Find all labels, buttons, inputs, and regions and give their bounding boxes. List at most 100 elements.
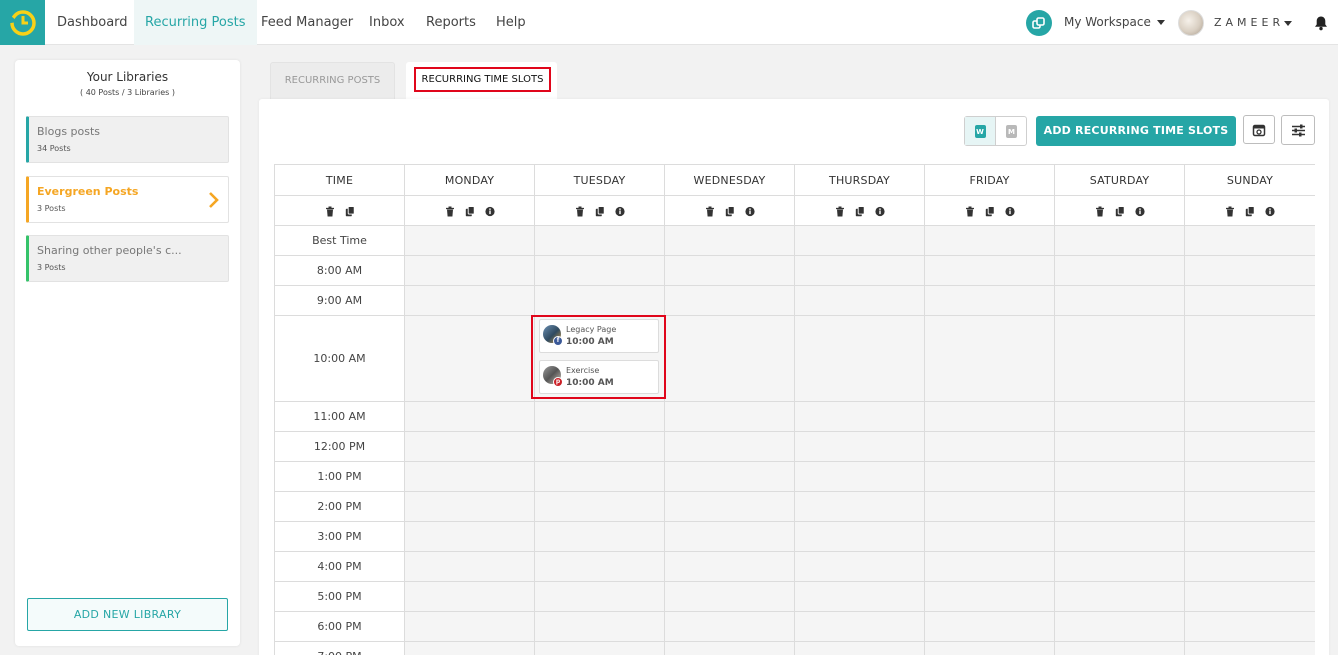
slot-cell-thursday[interactable] — [794, 581, 925, 612]
nav-help[interactable]: Help — [485, 0, 537, 45]
info-icon[interactable] — [740, 201, 760, 220]
slot-cell-thursday[interactable] — [794, 461, 925, 492]
slot-cell-tuesday[interactable] — [534, 641, 665, 655]
slot-cell-tuesday[interactable] — [534, 225, 665, 256]
slot-cell-monday[interactable] — [404, 315, 535, 402]
copy-icon[interactable] — [1240, 201, 1260, 220]
slot-cell-sunday[interactable] — [1184, 491, 1315, 522]
slot-cell-saturday[interactable] — [1054, 285, 1185, 316]
month-view-button[interactable]: M — [996, 117, 1027, 145]
slot-cell-sunday[interactable] — [1184, 641, 1315, 655]
trash-icon[interactable] — [1090, 201, 1110, 220]
slot-cell-tuesday[interactable] — [534, 461, 665, 492]
slot-cell-sunday[interactable] — [1184, 611, 1315, 642]
info-icon[interactable] — [1000, 201, 1020, 220]
slot-cell-saturday[interactable] — [1054, 315, 1185, 402]
slot-cell-saturday[interactable] — [1054, 581, 1185, 612]
slot-cell-wednesday[interactable] — [664, 255, 795, 286]
slot-cell-monday[interactable] — [404, 581, 535, 612]
slot-cell-wednesday[interactable] — [664, 581, 795, 612]
info-icon[interactable] — [480, 201, 500, 220]
trash-icon[interactable] — [960, 201, 980, 220]
trash-icon[interactable] — [570, 201, 590, 220]
slot-cell-wednesday[interactable] — [664, 491, 795, 522]
slot-cell-friday[interactable] — [924, 641, 1055, 655]
slot-cell-tuesday[interactable] — [534, 521, 665, 552]
avatar[interactable] — [1178, 10, 1204, 36]
nav-dashboard[interactable]: Dashboard — [46, 0, 139, 45]
copy-icon[interactable] — [340, 201, 360, 220]
slot-cell-monday[interactable] — [404, 521, 535, 552]
slot-cell-friday[interactable] — [924, 551, 1055, 582]
slot-cell-wednesday[interactable] — [664, 521, 795, 552]
nav-inbox[interactable]: Inbox — [358, 0, 416, 45]
user-dropdown[interactable]: ZAMEER — [1214, 0, 1293, 45]
slot-cell-sunday[interactable] — [1184, 431, 1315, 462]
slot-cell-tuesday[interactable] — [534, 581, 665, 612]
slot-cell-wednesday[interactable] — [664, 611, 795, 642]
slot-cell-sunday[interactable] — [1184, 285, 1315, 316]
nav-feed-manager[interactable]: Feed Manager — [250, 0, 364, 45]
bell-icon[interactable] — [1313, 15, 1329, 31]
slot-cell-monday[interactable] — [404, 641, 535, 655]
slot-cell-tuesday[interactable] — [534, 491, 665, 522]
tab-recurring-time-slots[interactable]: RECURRING TIME SLOTS — [406, 62, 557, 99]
slot-cell-saturday[interactable] — [1054, 225, 1185, 256]
slot-cell-saturday[interactable] — [1054, 431, 1185, 462]
info-icon[interactable] — [870, 201, 890, 220]
slot-cell-tuesday[interactable] — [534, 401, 665, 432]
slot-cell-wednesday[interactable] — [664, 641, 795, 655]
slot-cell-wednesday[interactable] — [664, 225, 795, 256]
trash-icon[interactable] — [320, 201, 340, 220]
slot-cell-wednesday[interactable] — [664, 401, 795, 432]
slot-cell-saturday[interactable] — [1054, 521, 1185, 552]
slot-cell-friday[interactable] — [924, 401, 1055, 432]
slot-cell-sunday[interactable] — [1184, 521, 1315, 552]
slot-cell-friday[interactable] — [924, 285, 1055, 316]
slot-cell-thursday[interactable] — [794, 551, 925, 582]
week-view-button[interactable]: W — [965, 117, 996, 145]
slot-cell-thursday[interactable] — [794, 315, 925, 402]
copy-icon[interactable] — [1110, 201, 1130, 220]
copy-icon[interactable] — [460, 201, 480, 220]
slot-cell-friday[interactable] — [924, 225, 1055, 256]
slot-cell-sunday[interactable] — [1184, 401, 1315, 432]
slot-cell-tuesday[interactable] — [534, 551, 665, 582]
slot-cell-tuesday[interactable] — [534, 611, 665, 642]
clock-logo-icon[interactable] — [0, 0, 45, 45]
trash-icon[interactable] — [700, 201, 720, 220]
trash-icon[interactable] — [440, 201, 460, 220]
copy-icon[interactable] — [850, 201, 870, 220]
library-item-evergreen-posts[interactable]: Evergreen Posts 3 Posts — [26, 176, 229, 223]
slot-cell-sunday[interactable] — [1184, 461, 1315, 492]
slot-cell-sunday[interactable] — [1184, 255, 1315, 286]
slot-cell-monday[interactable] — [404, 401, 535, 432]
copy-icon[interactable] — [720, 201, 740, 220]
slot-cell-saturday[interactable] — [1054, 491, 1185, 522]
calendar-sync-button[interactable] — [1243, 115, 1275, 144]
slot-cell-sunday[interactable] — [1184, 551, 1315, 582]
slot-cell-thursday[interactable] — [794, 225, 925, 256]
slot-cell-monday[interactable] — [404, 285, 535, 316]
nav-reports[interactable]: Reports — [415, 0, 487, 45]
slot-cell-tuesday[interactable] — [534, 255, 665, 286]
slot-cell-monday[interactable] — [404, 225, 535, 256]
slot-cell-friday[interactable] — [924, 491, 1055, 522]
slot-cell-monday[interactable] — [404, 255, 535, 286]
slot-cell-thursday[interactable] — [794, 285, 925, 316]
slot-cell-thursday[interactable] — [794, 491, 925, 522]
slot-cell-sunday[interactable] — [1184, 581, 1315, 612]
slot-cell-friday[interactable] — [924, 521, 1055, 552]
slot-cell-sunday[interactable] — [1184, 225, 1315, 256]
workspace-icon[interactable] — [1026, 10, 1052, 36]
time-slot-card-exercise[interactable]: p Exercise 10:00 AM — [539, 360, 659, 394]
slot-cell-sunday[interactable] — [1184, 315, 1315, 402]
trash-icon[interactable] — [1220, 201, 1240, 220]
slot-cell-friday[interactable] — [924, 315, 1055, 402]
slot-cell-monday[interactable] — [404, 611, 535, 642]
info-icon[interactable] — [610, 201, 630, 220]
trash-icon[interactable] — [830, 201, 850, 220]
slot-cell-saturday[interactable] — [1054, 641, 1185, 655]
slot-cell-monday[interactable] — [404, 431, 535, 462]
slot-cell-wednesday[interactable] — [664, 551, 795, 582]
